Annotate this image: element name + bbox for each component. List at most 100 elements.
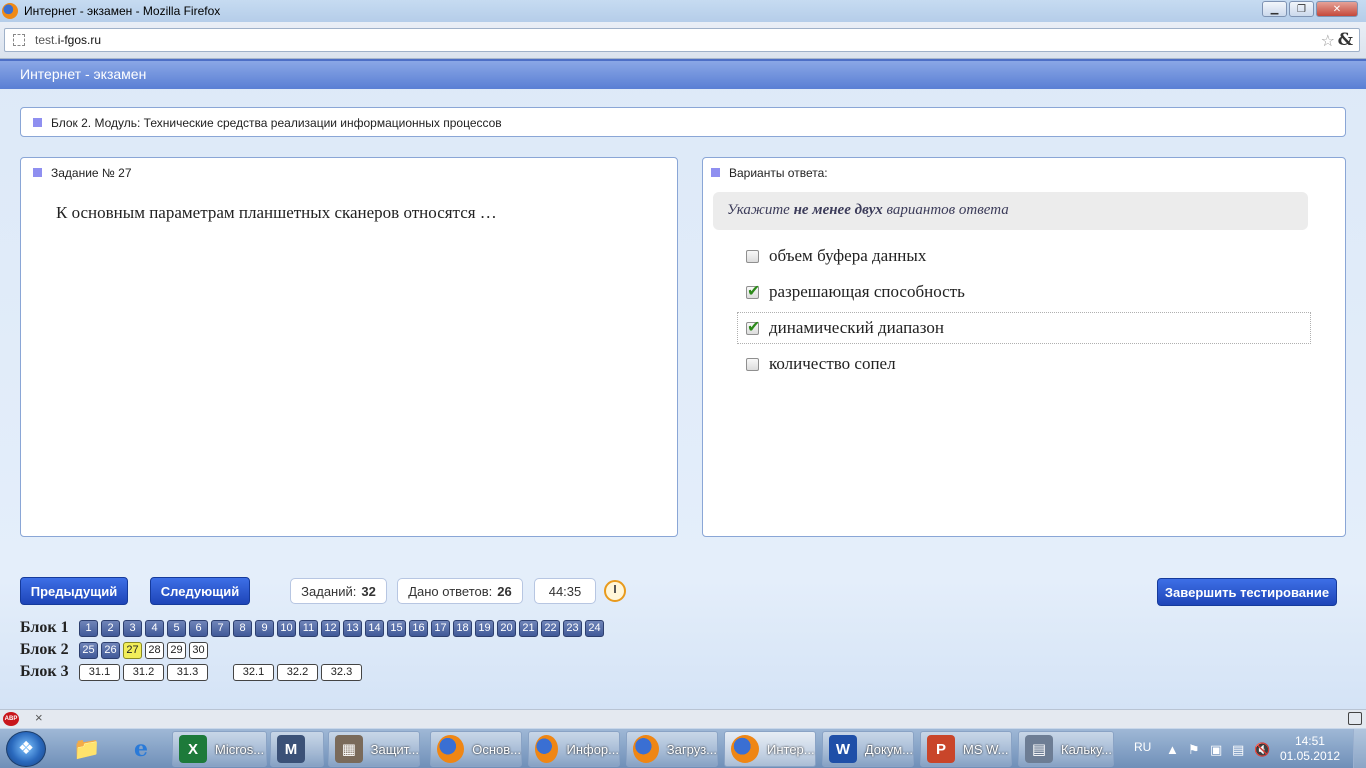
start-button[interactable] [6, 731, 46, 767]
question-nav-button[interactable]: 11 [299, 619, 318, 637]
taskbar-button[interactable]: Загруз... [626, 731, 718, 767]
block2-questions: 25 26 27 28 29 30 [79, 641, 211, 659]
network-icon[interactable]: ▤ [1232, 742, 1244, 758]
question-nav-button[interactable]: 18 [453, 619, 472, 637]
taskbar-button[interactable]: ▦ Защит... [328, 731, 420, 767]
show-desktop-button[interactable] [1353, 729, 1366, 768]
question-nav-button[interactable]: 10 [277, 619, 296, 637]
question-nav-button[interactable]: 8 [233, 619, 252, 637]
checkbox-checked[interactable] [746, 281, 760, 301]
usb-device-icon[interactable]: ▣ [1210, 742, 1222, 758]
taskbar-button[interactable]: X Micros... [172, 731, 267, 767]
question-nav-button[interactable]: 26 [101, 641, 120, 659]
site-identity-icon[interactable] [13, 34, 25, 46]
question-nav-button[interactable]: 32.1 [233, 663, 274, 681]
question-nav-button[interactable]: 5 [167, 619, 186, 637]
url-field[interactable]: test.i-fgos.ru ☆ & [4, 28, 1360, 52]
question-nav-button[interactable]: 9 [255, 619, 274, 637]
taskbar-button[interactable]: P MS W... [920, 731, 1012, 767]
explorer-icon[interactable]: 📁 [64, 732, 110, 766]
question-nav-button[interactable]: 19 [475, 619, 494, 637]
window-titlebar: Интернет - экзамен - Mozilla Firefox ▁ ❐… [0, 0, 1366, 22]
task-number: Задание № 27 [51, 166, 132, 180]
question-nav-button[interactable]: 1 [79, 619, 98, 637]
block1-label: Блок 1 [20, 619, 69, 636]
taskbar-button[interactable]: Интер... [724, 731, 816, 767]
question-nav-button[interactable]: 7 [211, 619, 230, 637]
question-nav-button[interactable]: 2 [101, 619, 120, 637]
addon-ampersand-icon[interactable]: & [1338, 30, 1353, 50]
question-nav-button[interactable]: 24 [585, 619, 604, 637]
maximize-button[interactable]: ❐ [1289, 1, 1314, 17]
checkbox-checked[interactable] [746, 317, 760, 337]
question-nav-button[interactable]: 3 [123, 619, 142, 637]
answer-option[interactable]: динамический диапазон [737, 312, 1311, 344]
taskbar-button-label: Загруз... [666, 741, 717, 757]
answer-options: объем буфера данных разрешающая способно… [737, 240, 1345, 380]
question-nav-button[interactable]: 23 [563, 619, 582, 637]
next-button[interactable]: Следующий [150, 577, 250, 605]
question-nav-button[interactable]: 6 [189, 619, 208, 637]
previous-button[interactable]: Предыдущий [20, 577, 128, 605]
m-app-icon: M [277, 735, 305, 763]
block2-label: Блок 2 [20, 641, 69, 658]
alarm-clock-icon [604, 580, 626, 602]
taskbar-button[interactable]: ▤ Кальку... [1018, 731, 1114, 767]
addon-status-icon[interactable] [1348, 712, 1362, 725]
bullet-icon [33, 118, 42, 127]
question-nav-button[interactable]: 29 [167, 641, 186, 659]
language-indicator[interactable]: RU [1134, 740, 1151, 754]
question-nav-button[interactable]: 12 [321, 619, 340, 637]
answered-count: Дано ответов: 26 [397, 578, 523, 604]
adblock-plus-icon[interactable]: ABP [3, 712, 19, 726]
question-nav-button[interactable]: 31.3 [167, 663, 208, 681]
internet-explorer-icon[interactable]: e [118, 732, 164, 766]
taskbar-button[interactable]: M [270, 731, 324, 767]
close-icon[interactable]: × [35, 710, 43, 725]
taskbar-button[interactable]: W Докум... [822, 731, 914, 767]
bookmark-star-icon[interactable]: ☆ [1321, 31, 1335, 51]
close-button[interactable]: ✕ [1316, 1, 1358, 17]
question-nav-button[interactable]: 31.2 [123, 663, 164, 681]
question-nav-button[interactable]: 31.1 [79, 663, 120, 681]
action-center-flag-icon[interactable]: ⚑ [1188, 742, 1200, 758]
block1-questions: 1 2 3 4 5 6 7 8 9 10 11 12 13 14 15 16 17 18 19 20 21 22 23 24 [79, 619, 607, 637]
window-controls: ▁ ❐ ✕ [1262, 1, 1358, 17]
question-nav-button[interactable]: 16 [409, 619, 428, 637]
question-nav-button[interactable]: 13 [343, 619, 362, 637]
question-nav-button[interactable]: 20 [497, 619, 516, 637]
taskbar-button[interactable]: Инфор... [528, 731, 620, 767]
question-nav-button[interactable]: 30 [189, 641, 208, 659]
block3-row: Блок 3 31.1 31.2 31.3 32.1 32.2 32.3 [20, 663, 365, 681]
show-hidden-icons-icon[interactable]: ▲ [1166, 742, 1179, 757]
question-nav-button[interactable]: 15 [387, 619, 406, 637]
question-nav-button[interactable]: 28 [145, 641, 164, 659]
powerpoint-icon: P [927, 735, 955, 763]
taskbar: 📁 e X Micros... M ▦ Защит... Основ... Инфор...… [0, 728, 1366, 768]
question-nav-button[interactable]: 21 [519, 619, 538, 637]
minimize-button[interactable]: ▁ [1262, 1, 1287, 17]
question-nav-button[interactable]: 4 [145, 619, 164, 637]
answer-option[interactable]: объем буфера данных [737, 240, 1311, 272]
clock[interactable]: 14:51 01.05.2012 [1280, 734, 1340, 764]
question-nav-button-current[interactable]: 27 [123, 641, 142, 659]
bullet-icon [33, 168, 42, 177]
question-nav-button[interactable]: 25 [79, 641, 98, 659]
answer-option[interactable]: разрешающая способность [737, 276, 1311, 308]
answer-option[interactable]: количество сопел [737, 348, 1311, 380]
question-nav-button[interactable]: 32.2 [277, 663, 318, 681]
taskbar-button[interactable]: Основ... [430, 731, 522, 767]
finish-test-button[interactable]: Завершить тестирование [1157, 578, 1337, 606]
bullet-icon [711, 168, 720, 177]
question-nav-button[interactable]: 17 [431, 619, 450, 637]
question-nav-button[interactable]: 32.3 [321, 663, 362, 681]
page-header: Интернет - экзамен [0, 59, 1366, 89]
question-nav-button[interactable]: 14 [365, 619, 384, 637]
volume-muted-icon[interactable]: 🔇 [1254, 742, 1270, 758]
window-title: Интернет - экзамен - Mozilla Firefox [24, 4, 221, 18]
checkbox[interactable] [746, 249, 759, 263]
question-nav-button[interactable]: 22 [541, 619, 560, 637]
firefox-icon [731, 735, 759, 763]
taskbar-button-label: Micros... [215, 741, 265, 757]
checkbox[interactable] [746, 357, 759, 371]
